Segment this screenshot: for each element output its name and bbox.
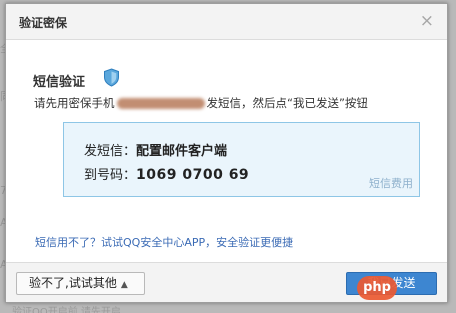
send-number-label: 到号码： [84, 168, 137, 183]
instruction-before: 请先用密保手机 [34, 96, 115, 110]
close-icon[interactable]: × [420, 11, 434, 31]
dialog-footer: 验不了,试试其他▲ 我已发送 php [6, 262, 447, 302]
sms-verify-heading: 短信验证 [33, 75, 86, 90]
qq-security-app-link[interactable]: 短信用不了？试试QQ安全中心APP，安全验证更便捷 [35, 234, 293, 250]
instruction-text: 请先用密保手机 发短信，然后点“我已发送”按钮 [34, 95, 368, 111]
send-number-value: 1069 0700 69 [136, 167, 250, 183]
send-number-row: 到号码：1069 0700 69 [84, 164, 249, 183]
verification-dialog: 验证密保 × 短信验证 请先用密保手机 发短信，然后点“我已发送”按钮 发短信：配… [5, 3, 448, 303]
send-content-label: 发短信： [84, 144, 137, 159]
dialog-titlebar: 验证密保 × [6, 4, 447, 40]
shield-icon [104, 68, 119, 87]
backdrop-footer-text: 验证QQ开启前,请先开启... [12, 307, 131, 313]
try-other-label: 验不了,试试其他 [29, 276, 117, 290]
php-watermark-logo: php [357, 276, 397, 300]
send-content-value: 配置邮件客户端 [136, 144, 228, 159]
redacted-phone-number [116, 98, 205, 109]
sms-fee-link[interactable]: 短信费用 [369, 175, 413, 191]
caret-up-icon: ▲ [120, 280, 128, 290]
dialog-title: 验证密保 [19, 16, 68, 30]
try-other-button[interactable]: 验不了,试试其他 ▲ [16, 272, 145, 295]
send-content-row: 发短信：配置邮件客户端 [84, 140, 227, 159]
sms-info-box: 发短信：配置邮件客户端 到号码：1069 0700 69 短信费用 [63, 122, 420, 197]
instruction-after: 发短信，然后点“我已发送”按钮 [206, 96, 368, 110]
